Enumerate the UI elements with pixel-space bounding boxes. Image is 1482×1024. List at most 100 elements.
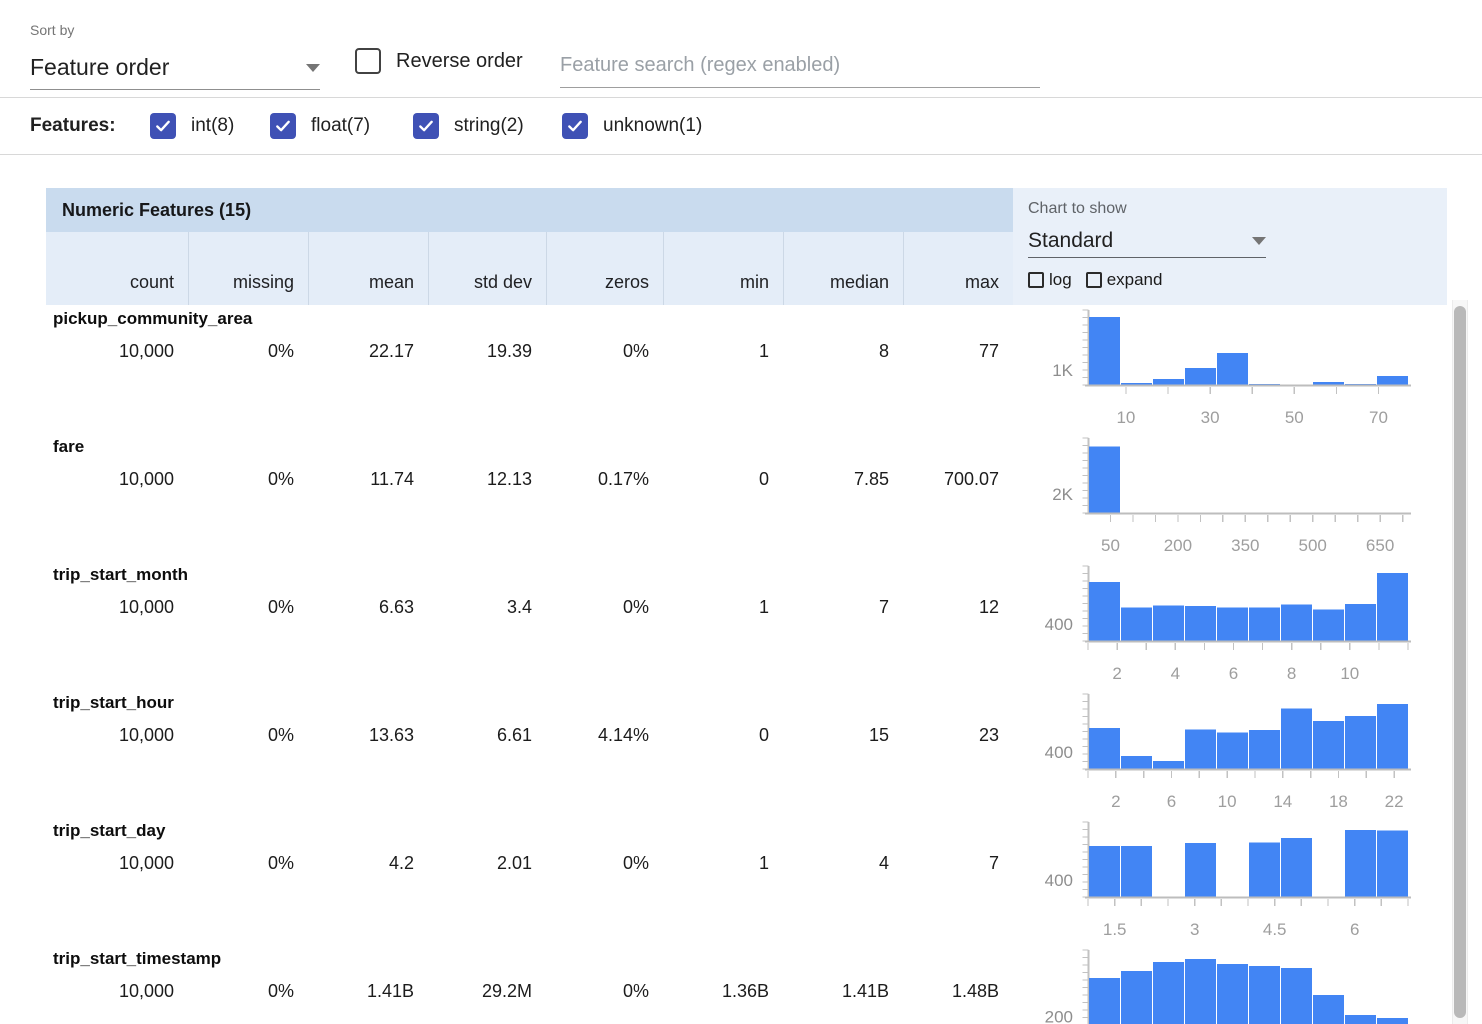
filter-string-checkbox[interactable]: string(2) xyxy=(413,113,524,139)
svg-text:14: 14 xyxy=(1273,792,1292,811)
stat-mean: 6.63 xyxy=(308,597,428,618)
reverse-order-checkbox[interactable]: Reverse order xyxy=(355,48,523,74)
svg-text:350: 350 xyxy=(1231,536,1259,555)
stat-missing: 0% xyxy=(188,341,308,362)
feature-stats: 10,0000%11.7412.130.17%07.85700.07 xyxy=(46,469,1013,490)
feature-stats: 10,0000%6.633.40%1712 xyxy=(46,597,1013,618)
stat-count: 10,000 xyxy=(46,597,188,618)
stat-zeros: 0% xyxy=(546,853,663,874)
histogram-trip_start_month: 400246810 xyxy=(1006,561,1447,689)
feature-name: fare xyxy=(53,437,84,457)
feature-row-fare: fare 10,0000%11.7412.130.17%07.85700.07 2K… xyxy=(46,433,1447,561)
column-header-median: median xyxy=(783,232,903,305)
histogram-chart: 4001.534.56 xyxy=(1006,817,1447,945)
feature-name: trip_start_timestamp xyxy=(53,949,221,969)
feature-row-trip_start_day: trip_start_day10,0000%4.22.010%1474001.5… xyxy=(46,817,1447,945)
scrollbar-thumb[interactable] xyxy=(1454,306,1466,1018)
histogram-chart: 2K50200350500650 xyxy=(1006,433,1447,561)
svg-text:200: 200 xyxy=(1164,536,1192,555)
svg-text:18: 18 xyxy=(1329,792,1348,811)
stat-zeros: 0% xyxy=(546,981,663,1002)
vertical-scrollbar[interactable] xyxy=(1452,300,1468,1024)
svg-text:6: 6 xyxy=(1350,920,1359,939)
table-title-bar: Numeric Features (15) xyxy=(46,188,1013,232)
stat-mean: 13.63 xyxy=(308,725,428,746)
column-header-min: min xyxy=(663,232,783,305)
checkbox-checked-icon[interactable] xyxy=(270,113,296,139)
column-header-zeros: zeros xyxy=(546,232,663,305)
stat-max: 77 xyxy=(903,341,1013,362)
histogram-chart: 200 xyxy=(1006,945,1447,1024)
facets-overview-page: Sort by Feature order Reverse order Feat… xyxy=(0,0,1482,1024)
svg-text:30: 30 xyxy=(1201,408,1220,427)
column-header-missing: missing xyxy=(188,232,308,305)
feature-name: trip_start_month xyxy=(53,565,188,585)
stat-median: 7.85 xyxy=(783,469,903,490)
feature-stats: 10,0000%4.22.010%147 xyxy=(46,853,1013,874)
checkbox-checked-icon[interactable] xyxy=(413,113,439,139)
stat-min: 0 xyxy=(663,725,783,746)
svg-text:650: 650 xyxy=(1366,536,1394,555)
svg-text:50: 50 xyxy=(1101,536,1120,555)
log-checkbox[interactable]: log xyxy=(1028,270,1072,290)
checkbox-unchecked-icon[interactable] xyxy=(1028,272,1044,288)
stat-std-dev: 3.4 xyxy=(428,597,546,618)
svg-text:22: 22 xyxy=(1385,792,1404,811)
svg-text:8: 8 xyxy=(1287,664,1296,683)
stat-std-dev: 6.61 xyxy=(428,725,546,746)
filter-unknown-checkbox[interactable]: unknown(1) xyxy=(562,113,702,139)
sort-by-value: Feature order xyxy=(30,54,169,81)
svg-text:10: 10 xyxy=(1340,664,1359,683)
sort-by-dropdown[interactable]: Feature order xyxy=(30,46,320,90)
stat-median: 8 xyxy=(783,341,903,362)
checkbox-unchecked-icon[interactable] xyxy=(1086,272,1102,288)
stat-missing: 0% xyxy=(188,853,308,874)
svg-text:6: 6 xyxy=(1167,792,1176,811)
feature-search-input[interactable] xyxy=(560,44,1040,88)
stat-missing: 0% xyxy=(188,597,308,618)
feature-row-trip_start_month: trip_start_month10,0000%6.633.40%1712400… xyxy=(46,561,1447,689)
svg-text:50: 50 xyxy=(1285,408,1304,427)
histogram-chart: 4002610141822 xyxy=(1006,689,1447,817)
chevron-down-icon xyxy=(306,64,320,72)
filter-int-checkbox[interactable]: int(8) xyxy=(150,113,234,139)
stat-missing: 0% xyxy=(188,725,308,746)
histogram-trip_start_day: 4001.534.56 xyxy=(1006,817,1447,945)
svg-text:2K: 2K xyxy=(1052,485,1073,504)
svg-text:4: 4 xyxy=(1171,664,1180,683)
filter-float-checkbox[interactable]: float(7) xyxy=(270,113,370,139)
checkbox-checked-icon[interactable] xyxy=(150,113,176,139)
stat-mean: 11.74 xyxy=(308,469,428,490)
svg-text:4.5: 4.5 xyxy=(1263,920,1287,939)
stat-max: 12 xyxy=(903,597,1013,618)
stat-missing: 0% xyxy=(188,469,308,490)
chart-controls-panel: Chart to show Standard log expand xyxy=(1013,188,1447,305)
chevron-down-icon xyxy=(1252,237,1266,245)
stat-max: 23 xyxy=(903,725,1013,746)
expand-checkbox[interactable]: expand xyxy=(1086,270,1163,290)
stat-mean: 1.41B xyxy=(308,981,428,1002)
stat-median: 4 xyxy=(783,853,903,874)
table-title: Numeric Features (15) xyxy=(62,200,251,221)
feature-row-trip_start_timestamp: trip_start_timestamp10,0000%1.41B29.2M0%… xyxy=(46,945,1447,1024)
stat-max: 7 xyxy=(903,853,1013,874)
checkbox-checked-icon[interactable] xyxy=(562,113,588,139)
stat-count: 10,000 xyxy=(46,469,188,490)
checkbox-unchecked-icon[interactable] xyxy=(355,48,381,74)
svg-text:3: 3 xyxy=(1190,920,1199,939)
log-label: log xyxy=(1049,270,1072,290)
column-header-mean: mean xyxy=(308,232,428,305)
feature-stats: 10,0000%22.1719.390%1877 xyxy=(46,341,1013,362)
stat-std-dev: 12.13 xyxy=(428,469,546,490)
stat-count: 10,000 xyxy=(46,725,188,746)
stat-median: 7 xyxy=(783,597,903,618)
stat-min: 1 xyxy=(663,597,783,618)
column-header-count: count xyxy=(46,232,188,305)
filter-label: float(7) xyxy=(311,115,370,137)
histogram-chart: 1K10305070 xyxy=(1006,305,1447,433)
histogram-chart: 400246810 xyxy=(1006,561,1447,689)
chart-type-dropdown[interactable]: Standard xyxy=(1028,224,1266,258)
svg-text:1.5: 1.5 xyxy=(1103,920,1127,939)
svg-text:2: 2 xyxy=(1111,792,1120,811)
feature-row-trip_start_hour: trip_start_hour10,0000%13.636.614.14%015… xyxy=(46,689,1447,817)
